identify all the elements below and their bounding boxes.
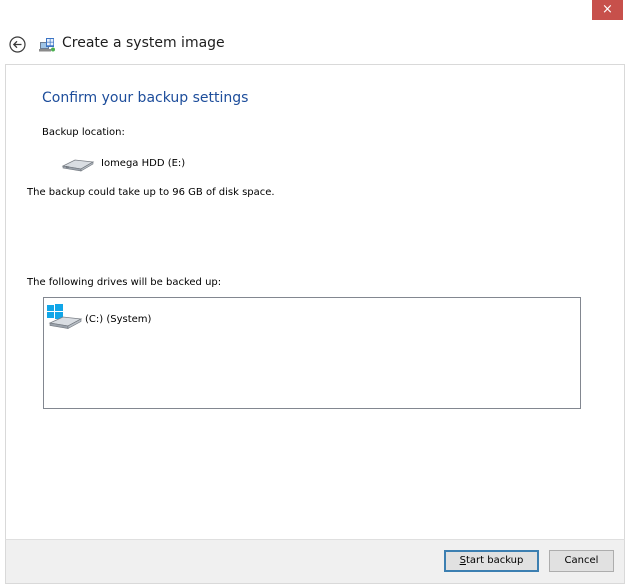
- cancel-button[interactable]: Cancel: [549, 550, 614, 572]
- backup-location-drive: Iomega HDD (E:): [101, 158, 186, 169]
- list-item[interactable]: (C:) (System): [47, 304, 347, 330]
- content-panel: Confirm your backup settings Backup loca…: [5, 64, 625, 539]
- drives-listbox[interactable]: (C:) (System): [43, 297, 581, 409]
- drive-label: (C:) (System): [85, 314, 152, 325]
- window-header: Create a system image: [0, 26, 630, 64]
- title-bar: ×: [0, 0, 630, 26]
- disk-space-note: The backup could take up to 96 GB of dis…: [27, 187, 275, 198]
- system-drive-icon: [47, 304, 83, 330]
- drives-list-label: The following drives will be backed up:: [27, 277, 222, 288]
- close-icon: ×: [602, 2, 613, 17]
- system-image-window: × Create a system image Confirm your bac…: [0, 0, 630, 588]
- page-heading: Confirm your backup settings: [42, 90, 249, 106]
- close-button[interactable]: ×: [592, 0, 623, 20]
- window-title: Create a system image: [62, 35, 225, 51]
- button-bar: Start backup Cancel: [5, 539, 625, 584]
- start-backup-button[interactable]: Start backup: [444, 550, 539, 572]
- backup-location-label: Backup location:: [42, 127, 125, 138]
- back-arrow-icon[interactable]: [9, 36, 26, 53]
- start-backup-label: tart backup: [465, 555, 524, 566]
- backup-app-icon: [39, 38, 55, 52]
- cancel-label: Cancel: [564, 555, 599, 566]
- external-hdd-icon: [61, 159, 95, 172]
